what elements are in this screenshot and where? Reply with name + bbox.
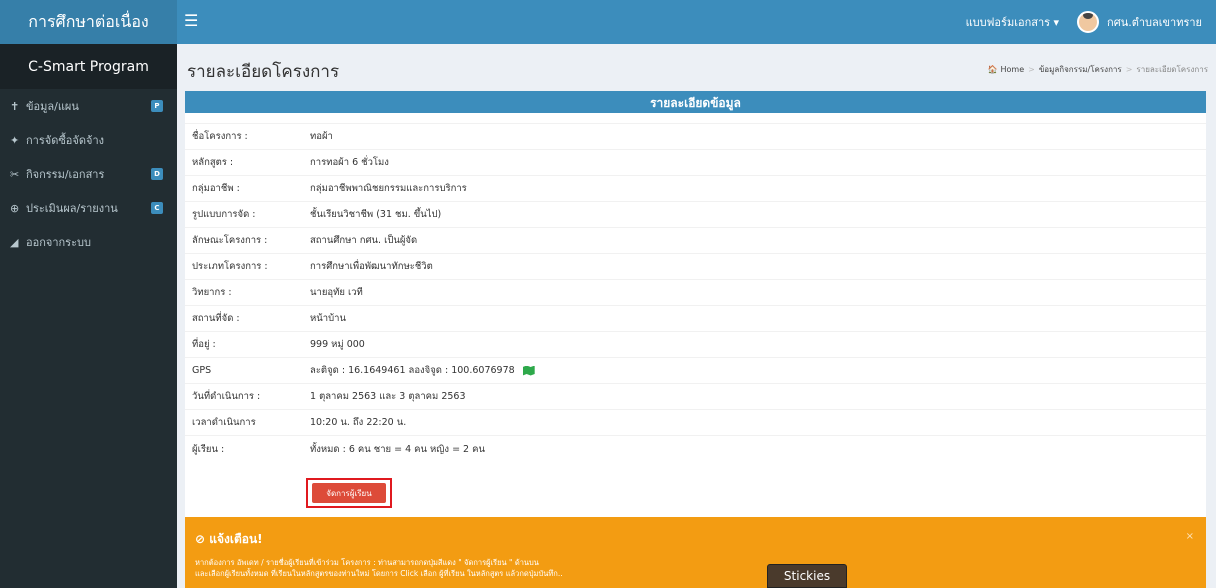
detail-row: GPS ละติจูด : 16.1649461 ลองจิจูด : 100.… [185, 357, 1206, 383]
detail-value: สถานศึกษา กศน. เป็นผู้จัด [310, 235, 418, 246]
sidebar-item-label: ออกจากระบบ [26, 236, 91, 249]
detail-value: ชั้นเรียนวิชาชีพ (31 ชม. ขึ้นไป) [310, 209, 442, 220]
gavel-icon: ✦ [10, 133, 20, 147]
close-icon[interactable]: × [1186, 531, 1194, 542]
sidebar-item-procurement[interactable]: ✦ การจัดซื้อจัดจ้าง [0, 123, 177, 157]
detail-row: ที่อยู่ : 999 หมู่ 000 [185, 331, 1206, 357]
sidebar-badge: D [151, 168, 163, 180]
detail-label: สถานที่จัด : [192, 313, 240, 324]
detail-value: หน้าบ้าน [310, 313, 346, 324]
detail-value: การทอผ้า 6 ชั่วโมง [310, 157, 389, 168]
detail-row: สถานที่จัด : หน้าบ้าน [185, 305, 1206, 331]
sidebar-badge: C [151, 202, 163, 214]
detail-row: กลุ่มอาชีพ : กลุ่มอาชีพพาณิชยกรรมและการบ… [185, 175, 1206, 201]
home-icon: 🏠 [987, 65, 998, 74]
detail-row: วันที่ดำเนินการ : 1 ตุลาคม 2563 และ 3 ตุ… [185, 383, 1206, 409]
alert-title: ⊘ แจ้งเตือน! [195, 532, 263, 546]
detail-label: GPS [192, 365, 212, 376]
manage-learners-button[interactable]: จัดการผู้เรียน [312, 483, 386, 503]
forms-dropdown[interactable]: แบบฟอร์มเอกสาร ▾ [966, 13, 1059, 31]
gps-text: ละติจูด : 16.1649461 ลองจิจูด : 100.6076… [310, 365, 515, 376]
detail-label: ประเภทโครงการ : [192, 261, 268, 272]
user-menu[interactable]: กศน.ตำบลเขาทราย [1077, 11, 1202, 33]
detail-row: ผู้เรียน : ทั้งหมด : 6 คน ชาย = 4 คน หญิ… [185, 435, 1206, 461]
breadcrumb: 🏠 Home > ข้อมูลกิจกรรม/โครงการ > รายละเอ… [987, 63, 1208, 76]
main-content: รายละเอียดโครงการ 🏠 Home > ข้อมูลกิจกรรม… [177, 44, 1216, 588]
detail-value: 999 หมู่ 000 [310, 339, 365, 350]
sidebar-item-label: ข้อมูล/แผน [26, 100, 79, 113]
user-name: กศน.ตำบลเขาทราย [1107, 16, 1202, 29]
sidebar-title: C-Smart Program [0, 44, 177, 89]
detail-row: วิทยากร : นายอุทัย เวที [185, 279, 1206, 305]
manage-learners-highlight: จัดการผู้เรียน [306, 478, 392, 508]
detail-value: กลุ่มอาชีพพาณิชยกรรมและการบริการ [310, 183, 467, 194]
plan-icon: ✝ [10, 99, 20, 113]
detail-row: รูปแบบการจัด : ชั้นเรียนวิชาชีพ (31 ชม. … [185, 201, 1206, 227]
sidebar-item-logout[interactable]: ◢ ออกจากระบบ [0, 225, 177, 259]
detail-value: ละติจูด : 16.1649461 ลองจิจูด : 100.6076… [310, 363, 535, 378]
detail-value: นายอุทัย เวที [310, 287, 363, 298]
breadcrumb-current: รายละเอียดโครงการ [1136, 65, 1208, 74]
details-box: รายละเอียดข้อมูล ชื่อโครงการ : ทอผ้า หลั… [185, 91, 1206, 541]
detail-label: วิทยากร : [192, 287, 232, 298]
detail-value: การศึกษาเพื่อพัฒนาทักษะชีวิต [310, 261, 433, 272]
detail-label: ที่อยู่ : [192, 339, 216, 350]
detail-label: ผู้เรียน : [192, 444, 225, 455]
detail-label: กลุ่มอาชีพ : [192, 183, 240, 194]
sidebar-item-evaluation[interactable]: ⊕ ประเมินผล/รายงาน C [0, 191, 177, 225]
detail-row: ลักษณะโครงการ : สถานศึกษา กศน. เป็นผู้จั… [185, 227, 1206, 253]
detail-label: เวลาดำเนินการ [192, 417, 256, 428]
detail-row: ประเภทโครงการ : การศึกษาเพื่อพัฒนาทักษะช… [185, 253, 1206, 279]
page-title: รายละเอียดโครงการ [187, 62, 340, 82]
detail-row: ชื่อโครงการ : ทอผ้า [185, 123, 1206, 149]
top-nav-right: แบบฟอร์มเอกสาร ▾ กศน.ตำบลเขาทราย [966, 0, 1202, 44]
detail-label: ชื่อโครงการ : [192, 131, 248, 142]
details-header: รายละเอียดข้อมูล [185, 93, 1206, 113]
sidebar-item-label: ประเมินผล/รายงาน [26, 202, 118, 215]
detail-row: หลักสูตร : การทอผ้า 6 ชั่วโมง [185, 149, 1206, 175]
breadcrumb-parent[interactable]: ข้อมูลกิจกรรม/โครงการ [1039, 63, 1122, 76]
avatar [1077, 11, 1100, 33]
sidebar-item-label: การจัดซื้อจัดจ้าง [26, 134, 104, 147]
breadcrumb-home[interactable]: Home [1001, 65, 1025, 74]
detail-value: ทั้งหมด : 6 คน ชาย = 4 คน หญิง = 2 คน [310, 444, 485, 455]
activities-icon: ✂ [10, 167, 20, 181]
detail-label: หลักสูตร : [192, 157, 234, 168]
detail-label: วันที่ดำเนินการ : [192, 391, 261, 402]
detail-row: เวลาดำเนินการ 10:20 น. ถึง 22:20 น. [185, 409, 1206, 435]
map-icon[interactable] [522, 365, 535, 376]
stickies-button[interactable]: Stickies [767, 564, 847, 588]
sidebar-badge: P [151, 100, 163, 112]
detail-label: รูปแบบการจัด : [192, 209, 256, 220]
sidebar: C-Smart Program ✝ ข้อมูล/แผน P ✦ การจัดซ… [0, 44, 177, 588]
send-icon: ◢ [10, 235, 19, 249]
sidebar-item-activities[interactable]: ✂ กิจกรรม/เอกสาร D [0, 157, 177, 191]
warning-alert: ⊘ แจ้งเตือน! × หากต้องการ อัพเดท / รายชื… [185, 517, 1206, 588]
menu-toggle-icon[interactable]: ☰ [184, 10, 204, 32]
detail-value: 1 ตุลาคม 2563 และ 3 ตุลาคม 2563 [310, 391, 466, 402]
top-navbar: การศึกษาต่อเนื่อง ☰ แบบฟอร์มเอกสาร ▾ กศน… [0, 0, 1216, 44]
globe-icon: ⊕ [10, 201, 20, 215]
brand-logo[interactable]: การศึกษาต่อเนื่อง [0, 0, 177, 44]
detail-value: 10:20 น. ถึง 22:20 น. [310, 417, 407, 428]
sidebar-item-plan[interactable]: ✝ ข้อมูล/แผน P [0, 89, 177, 123]
sidebar-item-label: กิจกรรม/เอกสาร [26, 168, 105, 181]
detail-label: ลักษณะโครงการ : [192, 235, 268, 246]
detail-value: ทอผ้า [310, 131, 333, 142]
